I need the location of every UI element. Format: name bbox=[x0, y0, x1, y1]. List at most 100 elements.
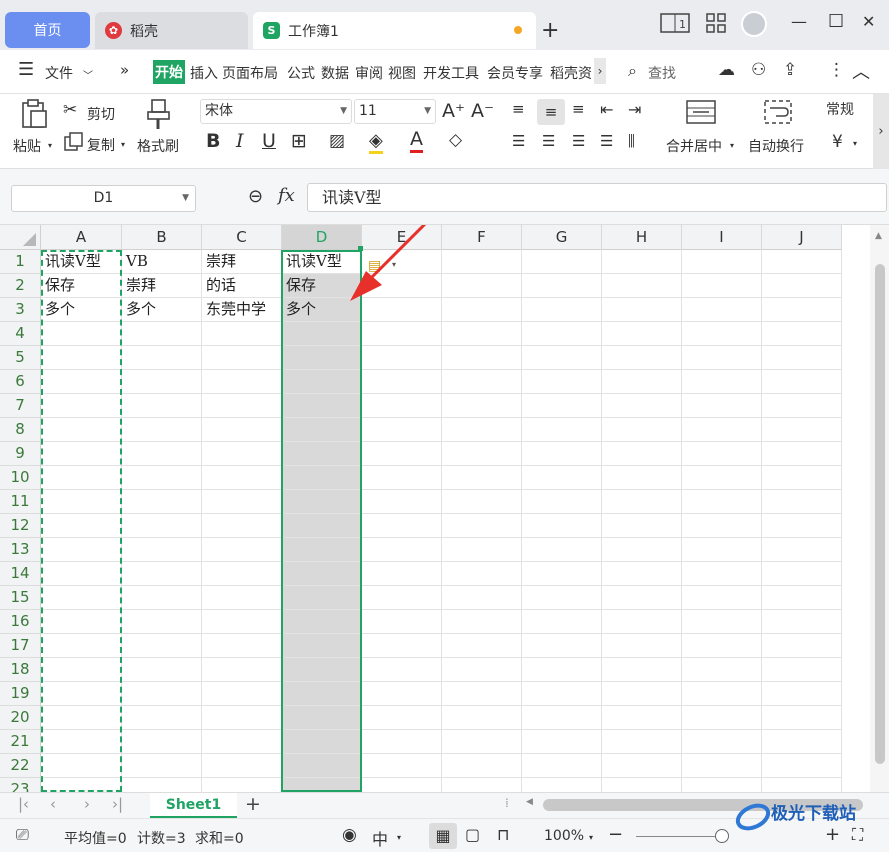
cell-J11[interactable] bbox=[762, 490, 842, 514]
layout-icon[interactable]: 1 bbox=[660, 13, 690, 33]
column-header-A[interactable]: A bbox=[41, 225, 122, 250]
merge-dropdown-icon[interactable]: ▾ bbox=[730, 141, 734, 150]
cell-J1[interactable] bbox=[762, 250, 842, 274]
cell-I12[interactable] bbox=[682, 514, 762, 538]
cell-A22[interactable] bbox=[41, 754, 122, 778]
cell-C3[interactable]: 东莞中学 bbox=[202, 298, 282, 322]
cell-G1[interactable] bbox=[522, 250, 602, 274]
distributed-icon[interactable]: ⫼ bbox=[628, 132, 635, 150]
decrease-font-icon[interactable]: A⁻ bbox=[471, 100, 494, 122]
currency-button[interactable]: ¥ bbox=[832, 132, 843, 152]
cell-J21[interactable] bbox=[762, 730, 842, 754]
cell-A15[interactable] bbox=[41, 586, 122, 610]
cell-J2[interactable] bbox=[762, 274, 842, 298]
cell-H16[interactable] bbox=[602, 610, 682, 634]
hamburger-menu-icon[interactable]: ☰ bbox=[18, 59, 34, 80]
menu-tab-4[interactable]: 数据 bbox=[321, 63, 349, 83]
cell-J13[interactable] bbox=[762, 538, 842, 562]
cell-J20[interactable] bbox=[762, 706, 842, 730]
cell-G2[interactable] bbox=[522, 274, 602, 298]
cell-C6[interactable] bbox=[202, 370, 282, 394]
increase-font-icon[interactable]: A⁺ bbox=[442, 100, 465, 122]
cloud-sync-icon[interactable]: ☁ bbox=[718, 60, 735, 80]
cell-A18[interactable] bbox=[41, 658, 122, 682]
cell-C21[interactable] bbox=[202, 730, 282, 754]
name-box[interactable]: D1 ▼ bbox=[11, 185, 196, 212]
search-icon[interactable]: ⌕ bbox=[628, 61, 637, 81]
cell-E19[interactable] bbox=[362, 682, 442, 706]
cell-I21[interactable] bbox=[682, 730, 762, 754]
font-size-select[interactable]: 11 ▼ bbox=[354, 99, 436, 124]
cell-C19[interactable] bbox=[202, 682, 282, 706]
cell-H20[interactable] bbox=[602, 706, 682, 730]
cell-A10[interactable] bbox=[41, 466, 122, 490]
cell-F15[interactable] bbox=[442, 586, 522, 610]
cell-F11[interactable] bbox=[442, 490, 522, 514]
new-tab-button[interactable]: + bbox=[541, 18, 559, 43]
cell-D16[interactable] bbox=[282, 610, 362, 634]
cell-G3[interactable] bbox=[522, 298, 602, 322]
cell-G13[interactable] bbox=[522, 538, 602, 562]
share-icon[interactable]: ⇪ bbox=[783, 60, 797, 80]
cell-D6[interactable] bbox=[282, 370, 362, 394]
cell-D8[interactable] bbox=[282, 418, 362, 442]
cell-H7[interactable] bbox=[602, 394, 682, 418]
cell-J3[interactable] bbox=[762, 298, 842, 322]
cell-B18[interactable] bbox=[122, 658, 202, 682]
cell-I15[interactable] bbox=[682, 586, 762, 610]
cell-E22[interactable] bbox=[362, 754, 442, 778]
cell-D9[interactable] bbox=[282, 442, 362, 466]
file-menu[interactable]: 文件 bbox=[45, 63, 73, 83]
file-dropdown-icon[interactable]: ﹀ bbox=[83, 67, 93, 82]
menu-tab-5[interactable]: 审阅 bbox=[355, 63, 383, 83]
cell-J15[interactable] bbox=[762, 586, 842, 610]
paste-button[interactable]: 粘贴 bbox=[13, 136, 41, 156]
underline-icon[interactable]: U bbox=[262, 130, 276, 152]
cell-D11[interactable] bbox=[282, 490, 362, 514]
cell-B3[interactable]: 多个 bbox=[122, 298, 202, 322]
cell-F18[interactable] bbox=[442, 658, 522, 682]
cell-J7[interactable] bbox=[762, 394, 842, 418]
menu-tab-7[interactable]: 开发工具 bbox=[423, 63, 479, 83]
row-header-15[interactable]: 15 bbox=[0, 586, 41, 610]
cell-A12[interactable] bbox=[41, 514, 122, 538]
scroll-left-icon[interactable]: ◀ bbox=[526, 797, 533, 807]
cell-F9[interactable] bbox=[442, 442, 522, 466]
cell-D18[interactable] bbox=[282, 658, 362, 682]
cell-G18[interactable] bbox=[522, 658, 602, 682]
column-header-H[interactable]: H bbox=[602, 225, 682, 250]
column-header-G[interactable]: G bbox=[522, 225, 602, 250]
cell-B23[interactable] bbox=[122, 778, 202, 792]
cell-H13[interactable] bbox=[602, 538, 682, 562]
minimize-button[interactable]: — bbox=[791, 12, 807, 31]
cell-F10[interactable] bbox=[442, 466, 522, 490]
cell-D17[interactable] bbox=[282, 634, 362, 658]
input-method-dropdown-icon[interactable]: ▾ bbox=[397, 833, 401, 842]
cell-A14[interactable] bbox=[41, 562, 122, 586]
cell-F19[interactable] bbox=[442, 682, 522, 706]
font-name-select[interactable]: 宋体 ▼ bbox=[200, 99, 352, 124]
cell-D7[interactable] bbox=[282, 394, 362, 418]
cell-E11[interactable] bbox=[362, 490, 442, 514]
menu-tab-3[interactable]: 公式 bbox=[287, 63, 315, 83]
cell-B19[interactable] bbox=[122, 682, 202, 706]
cell-B7[interactable] bbox=[122, 394, 202, 418]
more-icon[interactable]: » bbox=[120, 61, 129, 79]
copy-dropdown-icon[interactable]: ▾ bbox=[121, 140, 125, 149]
vertical-scrollbar[interactable]: ▲ bbox=[870, 225, 889, 792]
cell-I10[interactable] bbox=[682, 466, 762, 490]
cell-G8[interactable] bbox=[522, 418, 602, 442]
more-options-icon[interactable]: ⋮ bbox=[828, 60, 845, 80]
cell-B22[interactable] bbox=[122, 754, 202, 778]
cell-H4[interactable] bbox=[602, 322, 682, 346]
row-header-20[interactable]: 20 bbox=[0, 706, 41, 730]
paste-dropdown-icon[interactable]: ▾ bbox=[48, 141, 52, 150]
column-header-I[interactable]: I bbox=[682, 225, 762, 250]
cell-C11[interactable] bbox=[202, 490, 282, 514]
align-left-icon[interactable]: ☰ bbox=[512, 132, 525, 150]
tab-workbook[interactable]: S 工作簿1 bbox=[253, 12, 536, 49]
bold-icon[interactable]: B bbox=[206, 130, 220, 152]
cell-H9[interactable] bbox=[602, 442, 682, 466]
cell-H11[interactable] bbox=[602, 490, 682, 514]
format-painter-button[interactable]: 格式刷 bbox=[137, 136, 179, 156]
